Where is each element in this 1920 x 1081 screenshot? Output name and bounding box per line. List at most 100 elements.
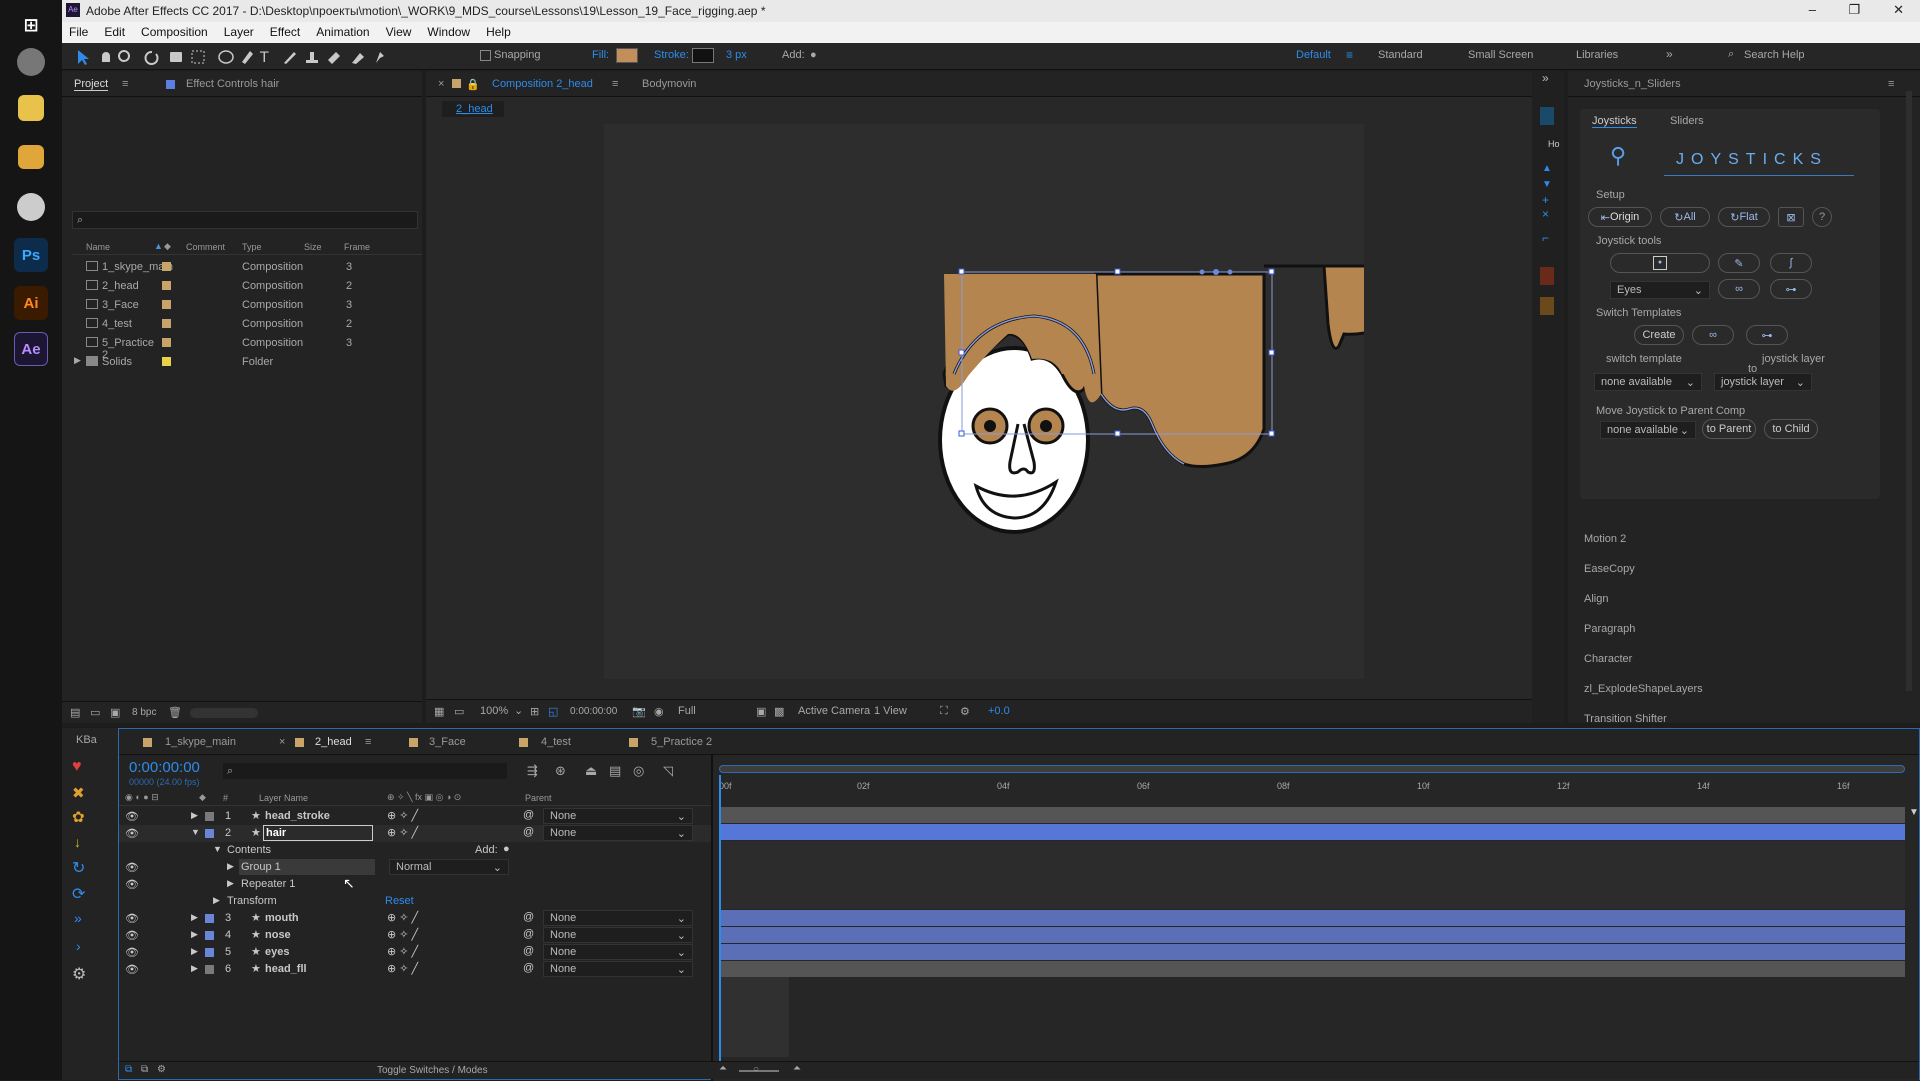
layer-name[interactable]: nose [265, 929, 291, 941]
create-button[interactable]: Create [1634, 325, 1684, 345]
all-button[interactable]: ↻ All [1660, 207, 1710, 227]
help-button[interactable]: ? [1812, 207, 1832, 227]
chevron-right-icon[interactable]: ▶ [191, 963, 198, 974]
switches[interactable]: ⊕ ✧ ╱ [387, 928, 418, 941]
pickwhip-icon[interactable]: @ [523, 826, 534, 838]
tab-3-face[interactable]: 3_Face [429, 736, 466, 748]
search-help-input[interactable]: Search Help [1744, 49, 1805, 61]
label-swatch[interactable] [205, 931, 214, 940]
menu-view[interactable]: View [379, 22, 421, 39]
layer-bar[interactable] [719, 910, 1905, 926]
eye-icon[interactable]: 👁 [125, 946, 139, 959]
repeater-row[interactable]: 👁 ▶ Repeater 1 [119, 876, 719, 893]
col-size[interactable]: Size [304, 242, 322, 252]
col-layer-name[interactable]: Layer Name [259, 793, 308, 803]
transparency-icon[interactable]: ▩ [774, 705, 784, 718]
eye-icon[interactable]: 👁 [125, 963, 139, 976]
timeline-graph[interactable]: 00f 02f 04f 06f 08f 10f 12f 14f 16f ▼ [713, 755, 1919, 1081]
curve-tool-button[interactable]: ∫ [1770, 253, 1812, 273]
close-icon[interactable]: × [438, 78, 444, 90]
current-time[interactable]: 0:00:00:00 [570, 706, 617, 717]
label-swatch[interactable] [205, 829, 214, 838]
strip-btn[interactable] [1540, 297, 1554, 315]
repeater-name[interactable]: Repeater 1 [241, 878, 295, 890]
chevron-right-icon[interactable]: ▶ [191, 912, 198, 923]
ps-icon[interactable]: Ps [14, 238, 48, 272]
table-row[interactable]: 👁 ▶ 6 ★ head_fll ⊕ ✧ ╱ @ None ⌄ [119, 961, 719, 978]
tab-2-head[interactable]: 2_head [315, 736, 352, 748]
menu-effect[interactable]: Effect [263, 22, 309, 39]
chevron-right-icon[interactable]: › [76, 938, 81, 954]
layer-name[interactable]: head_fll [265, 963, 307, 975]
switches[interactable]: ⊕ ✧ ╱ [387, 911, 418, 924]
maximize-button[interactable]: ❐ [1848, 2, 1860, 18]
minimize-button[interactable]: – [1809, 2, 1816, 17]
work-area-bar[interactable] [719, 765, 1905, 773]
comp-viewport[interactable] [604, 124, 1364, 679]
render-time-icon[interactable]: ⚙ [157, 1064, 166, 1075]
project-search-input[interactable]: ⌕ [72, 211, 418, 229]
close-icon[interactable]: × [279, 736, 285, 748]
chevron-right-icon[interactable]: ▶ [227, 878, 234, 889]
playhead[interactable] [719, 775, 721, 1065]
monitor-icon[interactable]: ▭ [454, 705, 464, 718]
lock-icon[interactable]: 🔒 [466, 78, 480, 91]
mask-icon[interactable]: ◱ [548, 705, 558, 718]
chevron-right-icon[interactable]: ▶ [191, 810, 198, 821]
new-comp-icon[interactable]: ▣ [110, 706, 120, 719]
chevron-down-icon[interactable]: ⌄ [514, 704, 523, 717]
contents-row[interactable]: ▼ Contents Add: ● [119, 842, 719, 859]
pickwhip-icon[interactable]: @ [523, 945, 534, 957]
zoom-out-icon[interactable]: ⏶ [719, 1063, 727, 1074]
heart-icon[interactable]: ♥ [72, 758, 82, 776]
gear-icon[interactable]: ⚙ [72, 964, 86, 984]
eye-icon[interactable]: 👁 [125, 827, 139, 840]
chevron-right-icon[interactable]: ▶ [74, 355, 81, 366]
notes-icon[interactable] [18, 95, 44, 121]
link-icon[interactable]: ⌐ [1542, 231, 1549, 245]
switches[interactable]: ⊕ ✧ ╱ [387, 945, 418, 958]
chevron-right-icon[interactable]: ▶ [227, 861, 234, 872]
menu-edit[interactable]: Edit [97, 22, 134, 39]
label-swatch[interactable] [205, 948, 214, 957]
layer-bar[interactable] [719, 807, 1905, 823]
table-row[interactable]: 👁 ▶ 4 ★ nose ⊕ ✧ ╱ @ None ⌄ [119, 927, 719, 944]
exposure-icon[interactable]: ⚙ [960, 705, 970, 718]
arrow-down-icon[interactable]: ↓ [74, 834, 81, 850]
layer-bar[interactable] [719, 944, 1905, 960]
camera-icon[interactable]: 📷 [632, 705, 646, 718]
menu-help[interactable]: Help [479, 22, 520, 39]
mirror-button[interactable]: ⊠ [1778, 207, 1804, 227]
fill-swatch[interactable] [616, 48, 638, 63]
timecode[interactable]: 0:00:00:00 [129, 759, 200, 776]
workspace-menu-icon[interactable]: ≡ [1346, 48, 1353, 62]
scrollbar[interactable] [1906, 91, 1912, 691]
menu-animation[interactable]: Animation [309, 22, 378, 39]
shy-icon[interactable]: ⏏ [585, 763, 597, 779]
parent-select[interactable]: None ⌄ [543, 808, 693, 824]
panel-motion2[interactable]: Motion 2 [1584, 533, 1626, 545]
tab-5-practice-2[interactable]: 5_Practice 2 [651, 736, 712, 748]
menu-icon[interactable]: ≡ [122, 78, 128, 90]
layer-bar[interactable] [719, 961, 1905, 977]
table-row[interactable]: 👁 ▼ 2 ★ hair ⊕ ✧ ╱ @ None ⌄ [119, 825, 719, 842]
layer-name[interactable]: eyes [265, 946, 289, 958]
app-icon[interactable] [17, 48, 45, 76]
group-row[interactable]: 👁 ▶ Group 1 Normal ⌄ [119, 859, 719, 876]
col-name[interactable]: Name [86, 242, 110, 252]
table-row[interactable]: 👁 ▶ 1 ★ head_stroke ⊕ ✧ ╱ @ None ⌄ [119, 808, 719, 825]
switches[interactable]: ⊕ ✧ ╱ [387, 826, 418, 839]
shuffle-icon[interactable]: ✖ [72, 784, 85, 802]
tab-composition[interactable]: Composition 2_head [492, 78, 593, 90]
template-dropdown[interactable]: none available ⌄ [1594, 373, 1702, 391]
chevron-right-icon[interactable]: » [1666, 47, 1673, 61]
transfer-icon[interactable]: ⧉ [141, 1064, 148, 1075]
tab-bodymovin[interactable]: Bodymovin [642, 78, 696, 90]
layer-bar[interactable] [719, 927, 1905, 943]
panel-align[interactable]: Align [1584, 593, 1608, 605]
ai-icon[interactable]: Ai [14, 286, 48, 320]
windows-icon[interactable]: ⊞ [14, 8, 48, 42]
resolution-select[interactable]: Full [678, 705, 696, 717]
pen-tool-button[interactable]: ✎ [1718, 253, 1760, 273]
menu-file[interactable]: File [62, 22, 97, 39]
